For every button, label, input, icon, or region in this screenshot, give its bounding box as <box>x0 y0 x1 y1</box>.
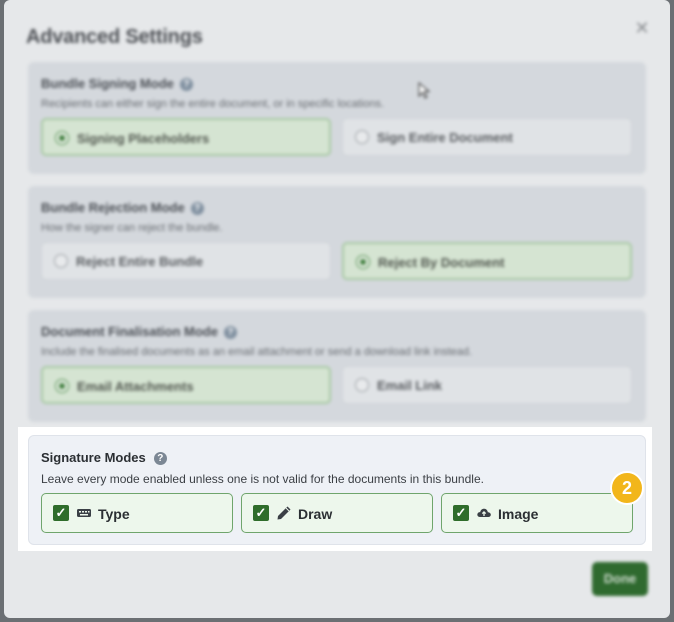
section-description: How the signer can reject the bundle. <box>41 222 223 234</box>
option-label: Sign Entire Document <box>377 130 513 145</box>
mode-draw[interactable]: ✓ Draw <box>241 493 433 533</box>
radio-selected-icon[interactable] <box>356 255 370 269</box>
help-icon[interactable]: ? <box>179 78 193 91</box>
document-finalisation-section: Document Finalisation Mode? Include the … <box>28 310 646 422</box>
done-button[interactable]: Done <box>592 562 648 596</box>
radio-selected-icon[interactable] <box>55 131 69 145</box>
bundle-rejection-section: Bundle Rejection Mode? How the signer ca… <box>28 186 646 298</box>
section-description: Include the finalised documents as an em… <box>41 346 473 358</box>
option-label: Reject By Document <box>378 255 505 270</box>
section-description: Recipients can either sign the entire do… <box>41 98 385 110</box>
section-title: Bundle Rejection Mode? <box>41 200 204 215</box>
radio-icon[interactable] <box>54 254 68 268</box>
help-icon[interactable]: ? <box>153 452 167 465</box>
mode-type[interactable]: ✓ Type <box>41 493 233 533</box>
checkbox-checked-icon[interactable]: ✓ <box>453 505 469 521</box>
option-reject-entire-bundle[interactable]: Reject Entire Bundle <box>41 242 331 280</box>
option-email-attachments[interactable]: Email Attachments <box>41 366 331 404</box>
mode-label: Type <box>98 506 130 522</box>
mode-label: Draw <box>298 506 333 522</box>
option-label: Signing Placeholders <box>77 131 210 146</box>
option-label: Reject Entire Bundle <box>76 254 204 269</box>
help-icon[interactable]: ? <box>223 326 237 339</box>
section-title: Bundle Signing Mode? <box>41 76 193 91</box>
mouse-cursor-icon <box>418 82 431 99</box>
section-description: Leave every mode enabled unless one is n… <box>41 472 484 486</box>
bundle-signing-section: Bundle Signing Mode? Recipients can eith… <box>28 62 646 174</box>
highlight-panel: Signature Modes? Leave every mode enable… <box>18 427 652 551</box>
radio-icon[interactable] <box>355 130 369 144</box>
option-reject-by-document[interactable]: Reject By Document <box>342 242 632 280</box>
pencil-icon <box>277 506 291 520</box>
section-title: Signature Modes? <box>41 450 167 465</box>
signature-modes-section: Signature Modes? Leave every mode enable… <box>28 435 646 545</box>
checkbox-checked-icon[interactable]: ✓ <box>53 505 69 521</box>
cloud-upload-icon <box>477 508 491 517</box>
option-sign-entire-document[interactable]: Sign Entire Document <box>342 118 632 156</box>
mode-image[interactable]: ✓ Image <box>441 493 633 533</box>
radio-icon[interactable] <box>355 378 369 392</box>
radio-selected-icon[interactable] <box>55 379 69 393</box>
close-icon[interactable]: ✕ <box>632 18 652 38</box>
mode-label: Image <box>498 506 539 522</box>
keyboard-icon <box>77 509 91 517</box>
modal-title: Advanced Settings <box>26 26 203 48</box>
checkbox-checked-icon[interactable]: ✓ <box>253 505 269 521</box>
option-label: Email Attachments <box>77 379 194 394</box>
step-badge: 2 <box>610 471 644 505</box>
help-icon[interactable]: ? <box>190 202 204 215</box>
section-title: Document Finalisation Mode? <box>41 324 237 339</box>
option-signing-placeholders[interactable]: Signing Placeholders <box>41 118 331 156</box>
option-label: Email Link <box>377 378 443 393</box>
option-email-link[interactable]: Email Link <box>342 366 632 404</box>
